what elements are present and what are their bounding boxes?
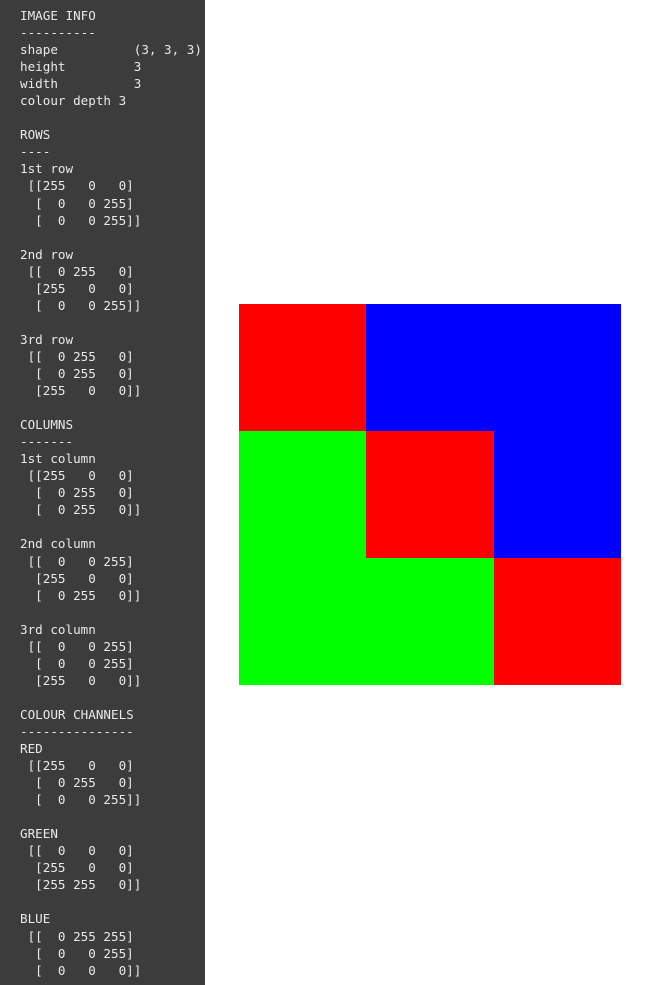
array-row: [ 0 0 255]	[20, 195, 134, 211]
section-rule: -------	[20, 434, 74, 450]
array-row: [[255 0 0]	[20, 178, 134, 194]
group-label: GREEN	[20, 826, 58, 842]
array-row: [ 0 255 0]]	[20, 587, 142, 603]
array-row: [ 0 0 255]]	[20, 212, 142, 228]
section-heading: ROWS	[20, 127, 51, 143]
array-row: [255 0 0]	[20, 860, 134, 876]
array-row: [ 0 0 255]]	[20, 297, 142, 313]
group-label: 2nd row	[20, 246, 74, 262]
image-canvas-area	[205, 0, 650, 985]
section-rule: ---------------	[20, 723, 134, 739]
group-label: 2nd column	[20, 536, 96, 552]
group-label: 3rd row	[20, 331, 74, 347]
pixel-cell-r3-c2	[366, 558, 494, 685]
array-row: [[255 0 0]	[20, 758, 134, 774]
array-row: [255 0 0]	[20, 280, 134, 296]
array-row: [[ 0 255 0]	[20, 263, 134, 279]
pixel-cell-r3-c1	[239, 558, 366, 685]
array-row: [[255 0 0]	[20, 468, 134, 484]
group-label: RED	[20, 741, 43, 757]
array-row: [255 255 0]]	[20, 877, 142, 893]
section-heading: COLUMNS	[20, 417, 74, 433]
array-row: [ 0 255 0]	[20, 365, 134, 381]
group-label: 1st column	[20, 451, 96, 467]
array-row: [255 0 0]]	[20, 672, 142, 688]
array-row: [255 0 0]]	[20, 383, 142, 399]
info-line: colour depth 3	[20, 93, 127, 109]
array-row: [ 0 255 0]	[20, 775, 134, 791]
array-row: [ 0 0 0]]	[20, 962, 142, 978]
pixel-cell-r1-c2	[366, 304, 494, 431]
pixel-grid-preview	[239, 304, 621, 685]
pixel-cell-r2-c3	[494, 431, 621, 558]
pixel-cell-r3-c3	[494, 558, 621, 685]
pixel-cell-r2-c1	[239, 431, 366, 558]
group-label: 3rd column	[20, 621, 96, 637]
section-rule: ----	[20, 144, 51, 160]
info-line: height 3	[20, 59, 142, 75]
group-label: BLUE	[20, 911, 51, 927]
array-row: [[ 0 0 255]	[20, 638, 134, 654]
pixel-cell-r1-c1	[239, 304, 366, 431]
section-rule: ----------	[20, 25, 96, 41]
array-row: [ 0 0 255]	[20, 945, 134, 961]
pixel-cell-r2-c2	[366, 431, 494, 558]
array-row: [[ 0 0 0]	[20, 843, 134, 859]
array-row: [[ 0 255 255]	[20, 928, 134, 944]
array-row: [[ 0 255 0]	[20, 348, 134, 364]
array-row: [[ 0 0 255]	[20, 553, 134, 569]
array-row: [255 0 0]	[20, 570, 134, 586]
array-row: [ 0 0 255]]	[20, 792, 142, 808]
array-row: [ 0 255 0]	[20, 485, 134, 501]
array-row: [ 0 255 0]]	[20, 502, 142, 518]
array-row: [ 0 0 255]	[20, 655, 134, 671]
pixel-cell-r1-c3	[494, 304, 621, 431]
image-info-panel: IMAGE INFO ---------- shape (3, 3, 3) heigh…	[0, 0, 205, 985]
info-line: shape (3, 3, 3)	[20, 42, 202, 58]
info-line: width 3	[20, 76, 142, 92]
section-heading: COLOUR CHANNELS	[20, 706, 134, 722]
group-label: 1st row	[20, 161, 74, 177]
section-heading: IMAGE INFO	[20, 8, 96, 23]
